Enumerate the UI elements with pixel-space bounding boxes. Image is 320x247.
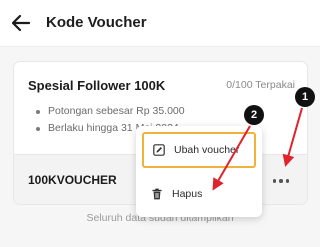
menu-item-delete[interactable]: Hapus [142,176,256,212]
bullet-icon [36,110,40,114]
more-options-button[interactable] [268,171,294,191]
voucher-detail-item: Potongan sebesar Rp 35.000 [36,103,185,120]
menu-item-edit-voucher[interactable]: Ubah voucher [142,132,256,168]
more-dot-icon [279,179,283,183]
menu-item-label: Hapus [172,188,203,200]
page-title: Kode Voucher [46,14,147,31]
annotation-badge-2: 2 [244,105,264,125]
edit-icon [153,144,165,156]
arrow-left-icon[interactable] [10,12,32,34]
bullet-icon [36,127,40,131]
app-header: Kode Voucher [0,0,320,47]
more-dot-icon [272,179,277,183]
voucher-code: 100KVOUCHER [28,173,117,187]
voucher-usage: 0/100 Terpakai [226,79,295,91]
more-dot-icon [285,179,290,183]
voucher-options-menu: Ubah voucher Hapus [136,126,262,217]
annotation-badge-1: 1 [295,87,315,107]
voucher-title: Spesial Follower 100K [28,78,166,93]
menu-item-label: Ubah voucher [174,144,240,156]
trash-icon [152,188,162,200]
